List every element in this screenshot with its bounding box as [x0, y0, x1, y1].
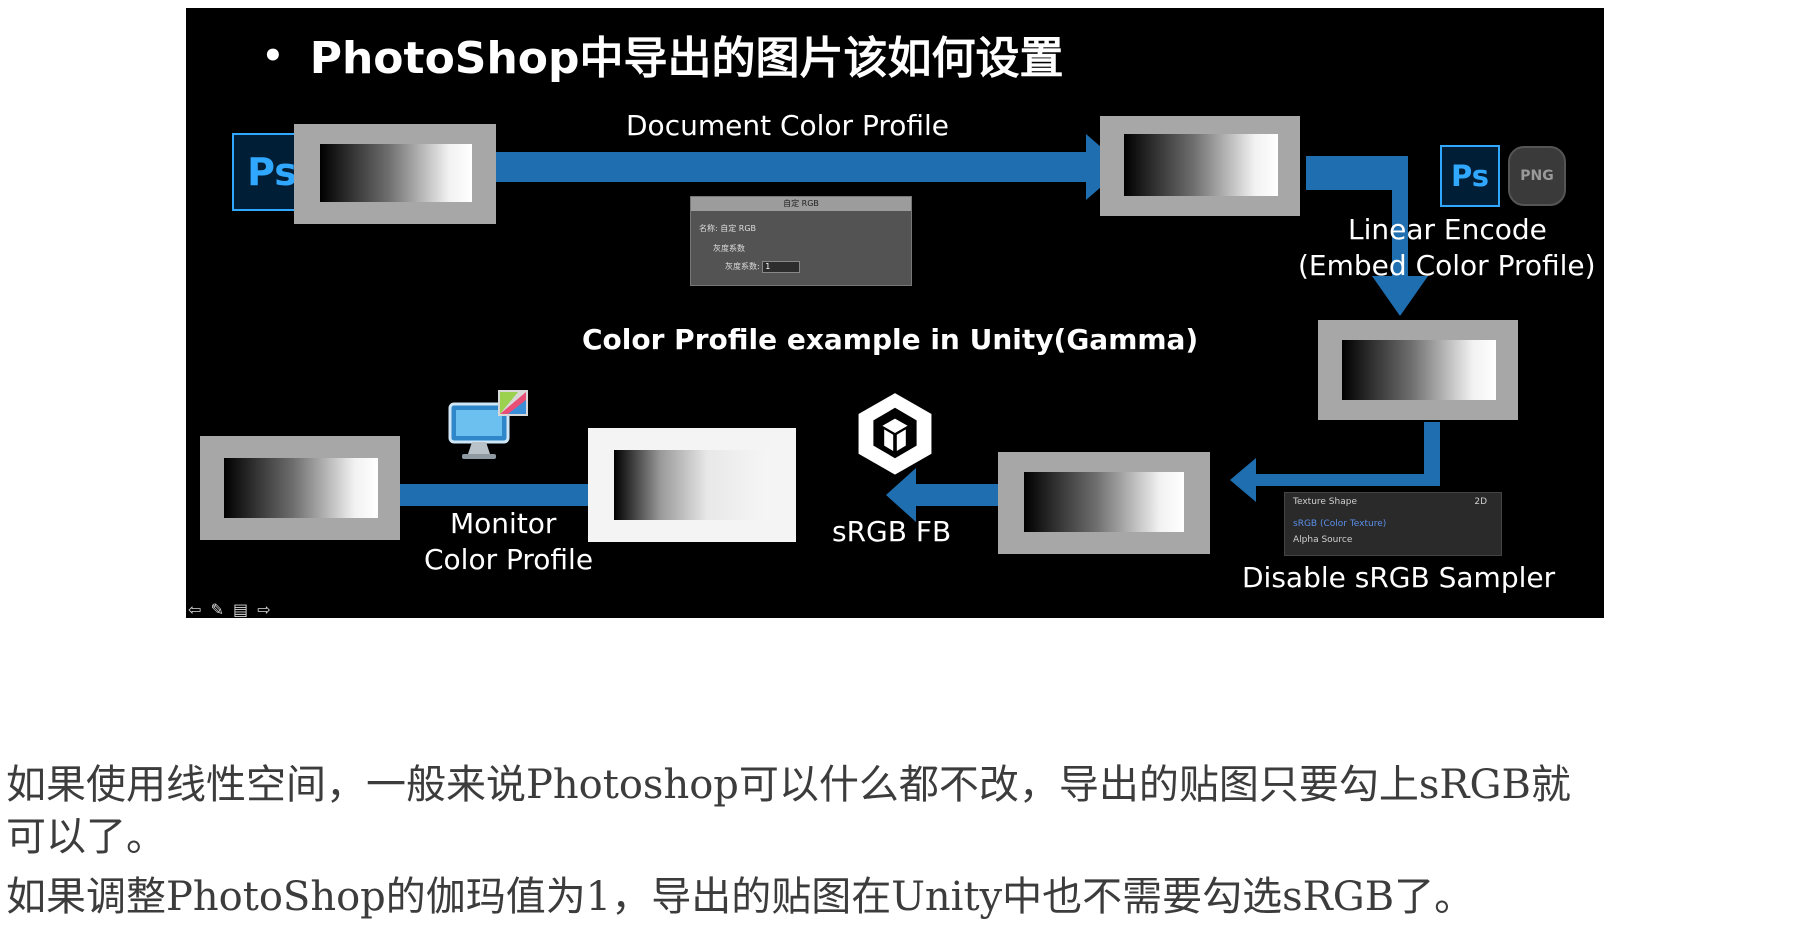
label-monitor: Monitor	[450, 507, 557, 540]
png-file-icon: PNG	[1508, 146, 1566, 206]
label-disable-srgb-sampler: Disable sRGB Sampler	[1242, 561, 1556, 594]
title-bullet: •	[262, 36, 284, 76]
gradient-frame-framebuffer	[588, 428, 796, 542]
label-linear-encode: Linear Encode	[1348, 213, 1547, 246]
arrow-disable-srgb	[1230, 422, 1440, 502]
texture-inspector: Texture Shape 2D sRGB (Color Texture) Al…	[1284, 492, 1502, 556]
dialog-name-value: 自定 RGB	[720, 224, 757, 233]
gradient-frame-source	[294, 124, 496, 224]
gradient-frame-monitor	[200, 436, 400, 540]
dialog-name-label: 名称:	[699, 224, 718, 233]
inspector-texture-shape-value: 2D	[1474, 497, 1487, 507]
dialog-title: 自定 RGB	[691, 197, 911, 211]
slide-title: • PhotoShop中导出的图片该如何设置	[262, 22, 1064, 86]
label-srgb-fb: sRGB FB	[832, 515, 952, 548]
gamma-input: 1	[762, 261, 801, 273]
unity-logo-icon	[855, 390, 935, 478]
gradient-swatch	[614, 450, 770, 520]
gradient-frame-document	[1100, 116, 1300, 216]
gradient-swatch	[1124, 134, 1278, 196]
inspector-srgb-row: sRGB (Color Texture)	[1293, 519, 1387, 529]
dialog-name-row: 名称: 自定 RGB	[699, 223, 756, 234]
custom-rgb-dialog: 自定 RGB 名称: 自定 RGB 灰度系数 灰度系数: 1	[690, 196, 912, 286]
gradient-frame-sampler	[998, 452, 1210, 554]
gradient-swatch	[320, 144, 472, 202]
label-color-profile: Color Profile	[424, 543, 594, 576]
inspector-texture-shape: Texture Shape	[1293, 497, 1357, 507]
photoshop-icon-small: Ps	[1440, 145, 1500, 207]
dialog-gamma-row: 灰度系数: 1	[725, 261, 801, 273]
paragraph-line-2: 可以了。	[6, 814, 166, 860]
dialog-gamma-group: 灰度系数	[713, 244, 745, 253]
gradient-swatch	[1342, 340, 1496, 400]
paragraph-line-1: 如果使用线性空间，一般来说Photoshop可以什么都不改，导出的贴图只要勾上s…	[6, 762, 1571, 808]
dialog-gamma-label: 灰度系数:	[725, 262, 760, 271]
label-embed-color-profile: (Embed Color Profile)	[1298, 249, 1596, 282]
inspector-alpha-source-row: Alpha Source	[1293, 535, 1353, 545]
presentation-slide: • PhotoShop中导出的图片该如何设置 Ps Ps PNG Document…	[186, 8, 1604, 618]
gradient-swatch	[224, 458, 378, 518]
label-document-color-profile: Document Color Profile	[626, 109, 950, 142]
gradient-frame-linear	[1318, 320, 1518, 420]
paragraph-line-3: 如果调整PhotoShop的伽玛值为1，导出的贴图在Unity中也不需要勾选sR…	[6, 874, 1475, 920]
slide-title-text: PhotoShop中导出的图片该如何设置	[309, 33, 1064, 84]
monitor-color-icon	[448, 390, 528, 459]
gradient-swatch	[1024, 472, 1184, 532]
label-color-profile-example: Color Profile example in Unity(Gamma)	[582, 323, 1199, 356]
inspector-texture-shape-row: Texture Shape 2D	[1293, 497, 1493, 507]
slide-nav-icons[interactable]: ⇦ ✎ ▤ ⇨	[188, 600, 273, 618]
